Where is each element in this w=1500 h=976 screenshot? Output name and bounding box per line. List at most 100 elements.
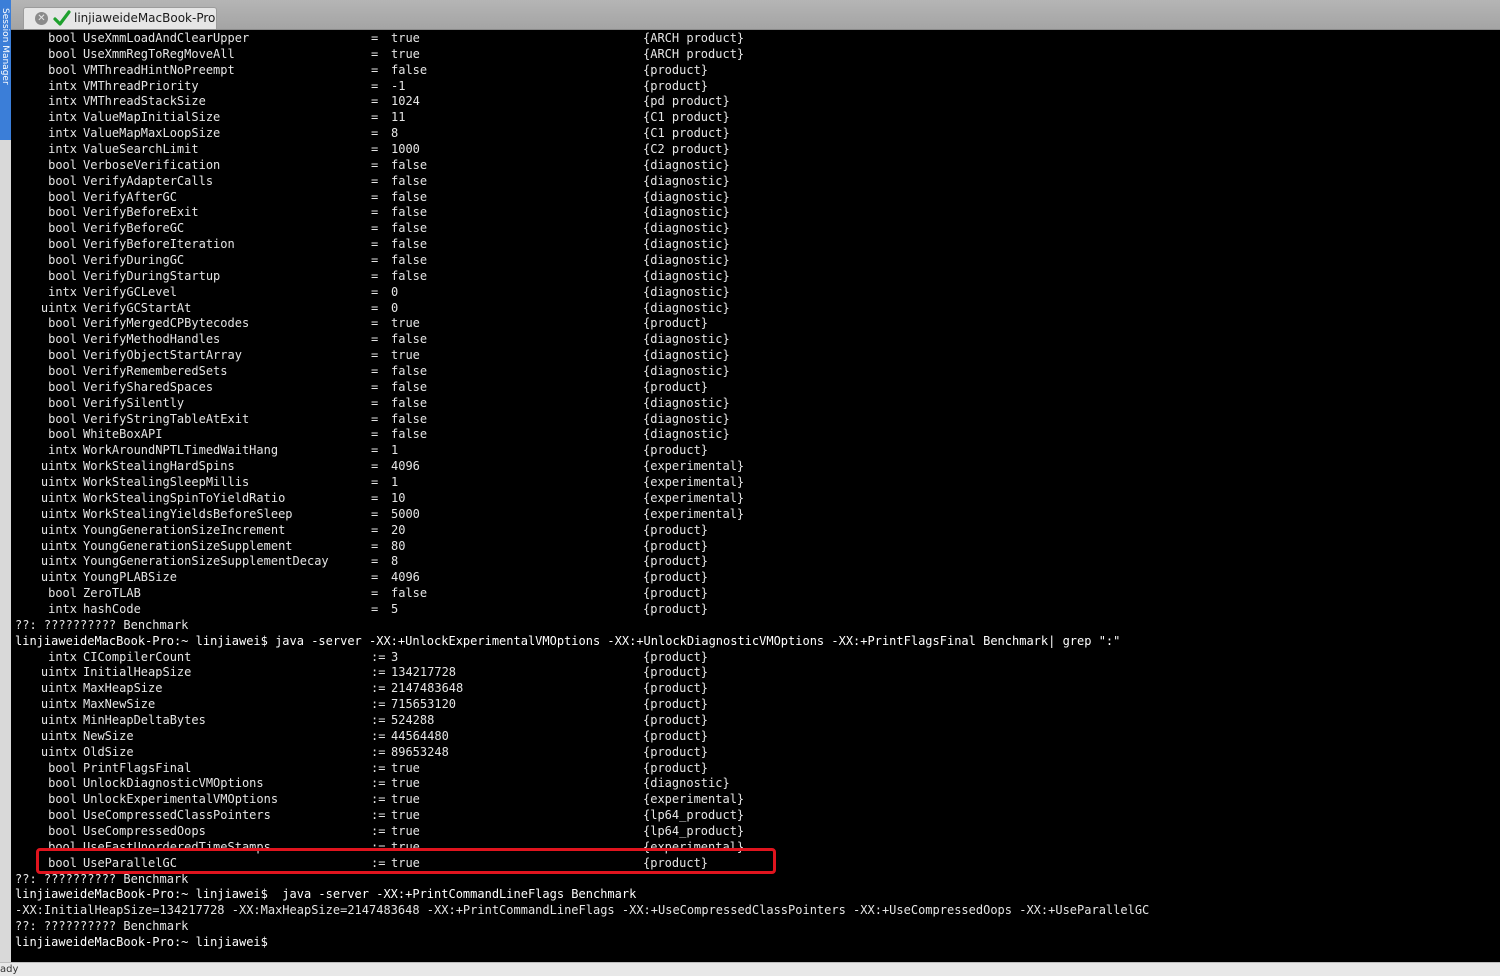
- flag-type: bool: [48, 411, 77, 426]
- flag-name: VerifyGCLevel: [83, 284, 177, 299]
- flag-category: {diagnostic}: [643, 237, 730, 252]
- flag-type: bool: [48, 364, 77, 379]
- flag-value: 0: [391, 284, 399, 299]
- flag-type: bool: [48, 205, 77, 220]
- flag-value: true: [391, 348, 420, 363]
- flag-type: intx: [48, 443, 77, 458]
- flag-operator: =: [371, 253, 379, 268]
- session-manager-strip[interactable]: Session Manager: [0, 0, 11, 140]
- flag-row: uintx InitialHeapSize:= 134217728 {product}: [15, 665, 1149, 681]
- flag-type: uintx: [40, 744, 77, 759]
- flag-row: uintx WorkStealingSleepMillis = 1 {experimen…: [15, 475, 1149, 491]
- flag-operator: =: [371, 94, 379, 109]
- flag-type: bool: [48, 379, 77, 394]
- flag-type: uintx: [40, 728, 77, 743]
- flag-value: true: [391, 316, 420, 331]
- flag-operator: =: [371, 173, 379, 188]
- flag-type: bool: [48, 348, 77, 363]
- flag-row: uintx NewSize:= 44564480 {product}: [15, 729, 1149, 745]
- terminal-output[interactable]: bool UseXmmLoadAndClearUpper = true {ARCH pr…: [11, 30, 1500, 962]
- flag-type: uintx: [40, 538, 77, 553]
- flag-category: {diagnostic}: [643, 300, 730, 315]
- flag-category: {product}: [643, 570, 709, 585]
- flag-row: uintx WorkStealingYieldsBeforeSleep = 5000 {…: [15, 507, 1149, 523]
- flag-operator: :=: [371, 681, 386, 696]
- close-icon[interactable]: ✕: [35, 12, 48, 25]
- flag-value: -1: [391, 78, 406, 93]
- flag-row: bool UseParallelGC:= true {product}: [15, 856, 1149, 872]
- output-line: ??: ?????????? Benchmark: [15, 871, 189, 886]
- flag-row: bool UnlockExperimentalVMOptions:= true {ex…: [15, 792, 1149, 808]
- flag-type: bool: [48, 586, 77, 601]
- flag-name: UnlockDiagnosticVMOptions: [83, 776, 264, 791]
- flag-category: {diagnostic}: [643, 427, 730, 442]
- flag-type: intx: [48, 601, 77, 616]
- flag-category: {pd product}: [643, 94, 730, 109]
- flag-value: 8: [391, 554, 399, 569]
- flag-category: {product}: [643, 538, 709, 553]
- flag-value: true: [391, 823, 420, 838]
- flag-type: bool: [48, 46, 77, 61]
- flag-value: 5: [391, 601, 399, 616]
- flag-name: VerifyAfterGC: [83, 189, 177, 204]
- flag-operator: =: [371, 157, 379, 172]
- flag-type: bool: [48, 31, 77, 45]
- flag-row: bool VerifyMethodHandles = false {diagnostic…: [15, 332, 1149, 348]
- flag-row: uintx MaxNewSize:= 715653120 {product}: [15, 697, 1149, 713]
- flag-value: 1000: [391, 142, 420, 157]
- flag-category: {experimental}: [643, 490, 745, 505]
- flag-name: VerifyDuringStartup: [83, 268, 221, 283]
- flag-operator: =: [371, 554, 379, 569]
- flag-name: VerifySilently: [83, 395, 185, 410]
- flag-category: {diagnostic}: [643, 205, 730, 220]
- flag-name: VerifyAdapterCalls: [83, 173, 214, 188]
- flag-value: 11: [391, 110, 406, 125]
- flag-type: uintx: [40, 459, 77, 474]
- flag-operator: =: [371, 221, 379, 236]
- flag-row: bool VerifyStringTableAtExit = false {diagno…: [15, 412, 1149, 428]
- flag-category: {product}: [643, 681, 709, 696]
- flag-category: {experimental}: [643, 839, 745, 854]
- flag-category: {experimental}: [643, 792, 745, 807]
- flag-operator: :=: [371, 792, 386, 807]
- tab-session[interactable]: ✕ linjiaweideMacBook-Pro: [23, 7, 217, 29]
- flag-operator: =: [371, 31, 379, 45]
- flag-value: 4096: [391, 459, 420, 474]
- tab-title: linjiaweideMacBook-Pro: [74, 11, 216, 25]
- flag-operator: =: [371, 379, 379, 394]
- flag-type: intx: [48, 126, 77, 141]
- flag-type: intx: [48, 142, 77, 157]
- flag-name: ZeroTLAB: [83, 586, 141, 601]
- flag-row: uintx WorkStealingSpinToYieldRatio = 10 {exp…: [15, 491, 1149, 507]
- flag-row: intx ValueMapInitialSize = 11 {C1 product}: [15, 110, 1149, 126]
- flag-category: {diagnostic}: [643, 364, 730, 379]
- flag-row: bool VerifyObjectStartArray = true {diagnost…: [15, 348, 1149, 364]
- flag-category: {product}: [643, 649, 709, 664]
- flag-name: PrintFlagsFinal: [83, 760, 192, 775]
- flag-name: WorkStealingSpinToYieldRatio: [83, 490, 286, 505]
- flag-value: false: [391, 237, 428, 252]
- flag-row: bool VerifyAdapterCalls = false {diagnostic}: [15, 174, 1149, 190]
- flag-category: {C1 product}: [643, 110, 730, 125]
- flag-name: VerifySharedSpaces: [83, 379, 214, 394]
- flag-row: bool WhiteBoxAPI = false {diagnostic}: [15, 427, 1149, 443]
- flag-name: OldSize: [83, 744, 134, 759]
- flag-row: uintx MinHeapDeltaBytes:= 524288 {product}: [15, 713, 1149, 729]
- flag-operator: =: [371, 538, 379, 553]
- flag-operator: =: [371, 570, 379, 585]
- flag-value: true: [391, 776, 420, 791]
- flag-value: false: [391, 427, 428, 442]
- flag-row: intx CICompilerCount:= 3 {product}: [15, 650, 1149, 666]
- flag-operator: =: [371, 189, 379, 204]
- flag-category: {diagnostic}: [643, 253, 730, 268]
- flag-value: true: [391, 855, 420, 870]
- flag-name: WorkStealingYieldsBeforeSleep: [83, 506, 293, 521]
- status-bar: ady: [0, 962, 1500, 976]
- flag-row: bool VerboseVerification = false {diagnostic…: [15, 158, 1149, 174]
- flag-category: {product}: [643, 728, 709, 743]
- flag-type: bool: [48, 855, 77, 870]
- flag-row: bool UseXmmLoadAndClearUpper = true {ARCH pr…: [15, 31, 1149, 47]
- flag-name: MinHeapDeltaBytes: [83, 712, 206, 727]
- flag-operator: =: [371, 490, 379, 505]
- flag-row: uintx YoungPLABSize = 4096 {product}: [15, 570, 1149, 586]
